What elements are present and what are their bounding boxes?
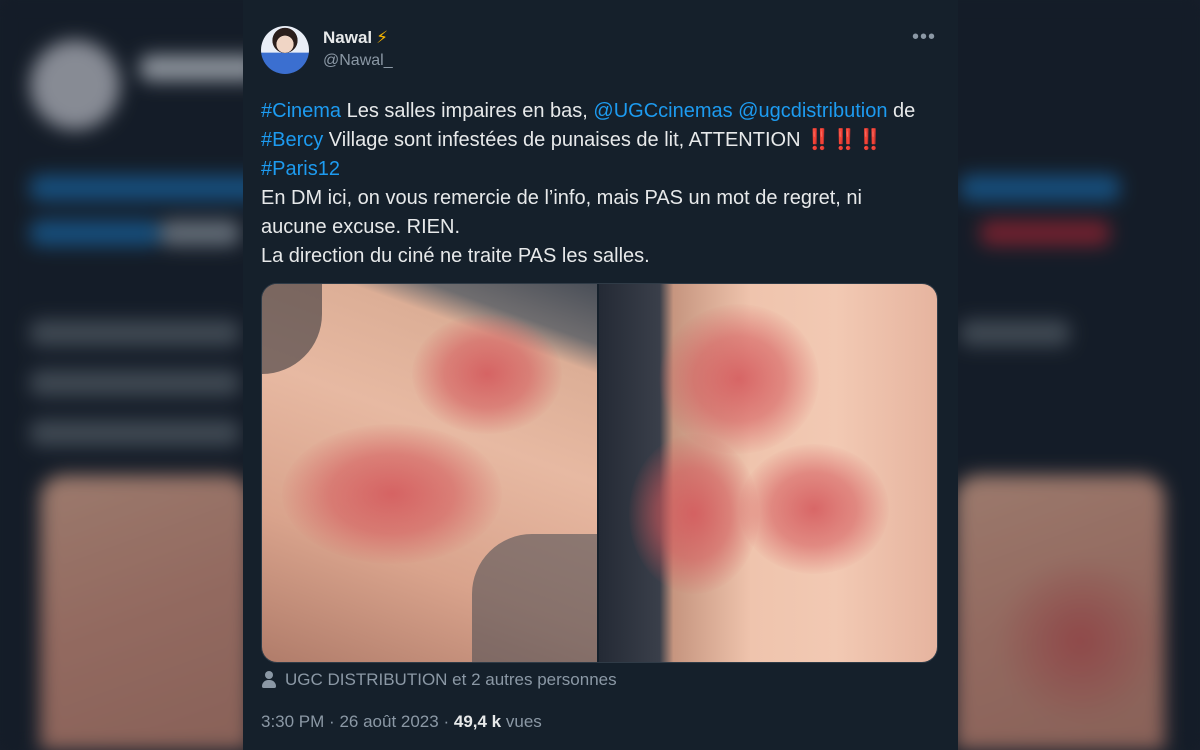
author-handle[interactable]: @Nawal_ — [323, 52, 393, 70]
meta-separator: · — [329, 712, 335, 731]
tweet-text-segment: aucune excuse. RIEN. — [261, 216, 460, 238]
person-icon — [261, 671, 277, 689]
tweet-media[interactable] — [261, 283, 938, 663]
author-name[interactable]: Nawal — [323, 28, 372, 48]
likers-text[interactable]: UGC DISTRIBUTION et 2 autres personnes — [285, 670, 617, 690]
rash-mark — [659, 304, 819, 454]
hashtag-link[interactable]: #Paris12 — [261, 158, 340, 180]
rash-mark — [739, 444, 889, 574]
photo-left[interactable] — [262, 284, 597, 662]
photo-left-corner-shadow — [262, 284, 322, 374]
lightning-bolt-icon: ⚡ — [376, 28, 389, 47]
rash-mark — [282, 424, 502, 564]
tweet-text-line: En DM ici, on vous remercie de l’info, m… — [261, 184, 951, 213]
tweet-date[interactable]: 26 août 2023 — [339, 712, 438, 731]
author-name-row[interactable]: Nawal ⚡ — [323, 28, 388, 48]
double-exclamation-icon: ‼️‼️‼️ — [806, 129, 884, 151]
views-label: vues — [505, 712, 542, 731]
tweet-text-line: #Cinema Les salles impaires en bas, @UGC… — [261, 97, 951, 126]
mention-link[interactable]: @UGCcinemas — [593, 100, 732, 122]
tweet-meta: 3:30 PM · 26 août 2023 · 49,4 k vues — [261, 712, 542, 732]
photo-right[interactable] — [599, 284, 937, 662]
tweet-text-segment: La direction du ciné ne traite PAS les s… — [261, 245, 650, 267]
tweet-card[interactable]: Nawal ⚡ @Nawal_ ••• #Cinema Les salles i… — [243, 0, 958, 750]
mention-link[interactable]: @ugcdistribution — [738, 100, 887, 122]
meta-separator: · — [443, 712, 450, 731]
likers-row[interactable]: UGC DISTRIBUTION et 2 autres personnes — [261, 670, 617, 690]
tweet-text-line: #Paris12 — [261, 155, 951, 184]
views-count: 49,4 k — [453, 712, 502, 731]
author-avatar[interactable] — [261, 26, 309, 74]
photo-left-floor — [472, 534, 597, 662]
tweet-text-segment: En DM ici, on vous remercie de l’info, m… — [261, 187, 862, 209]
tweet-text: #Cinema Les salles impaires en bas, @UGC… — [261, 97, 951, 271]
rash-mark — [412, 314, 562, 434]
hashtag-link[interactable]: #Bercy — [261, 129, 323, 151]
tweet-text-segment: de — [887, 100, 916, 122]
tweet-text-line: aucune excuse. RIEN. — [261, 213, 951, 242]
tweet-text-segment: Village sont infestées de punaises de li… — [323, 129, 807, 151]
tweet-text-line: La direction du ciné ne traite PAS les s… — [261, 242, 951, 271]
tweet-text-segment: Les salles impaires en bas, — [341, 100, 594, 122]
hashtag-link[interactable]: #Cinema — [261, 100, 341, 122]
more-dots-icon[interactable]: ••• — [912, 26, 936, 49]
tweet-time[interactable]: 3:30 PM — [261, 712, 324, 731]
tweet-text-line: #Bercy Village sont infestées de punaise… — [261, 126, 951, 155]
